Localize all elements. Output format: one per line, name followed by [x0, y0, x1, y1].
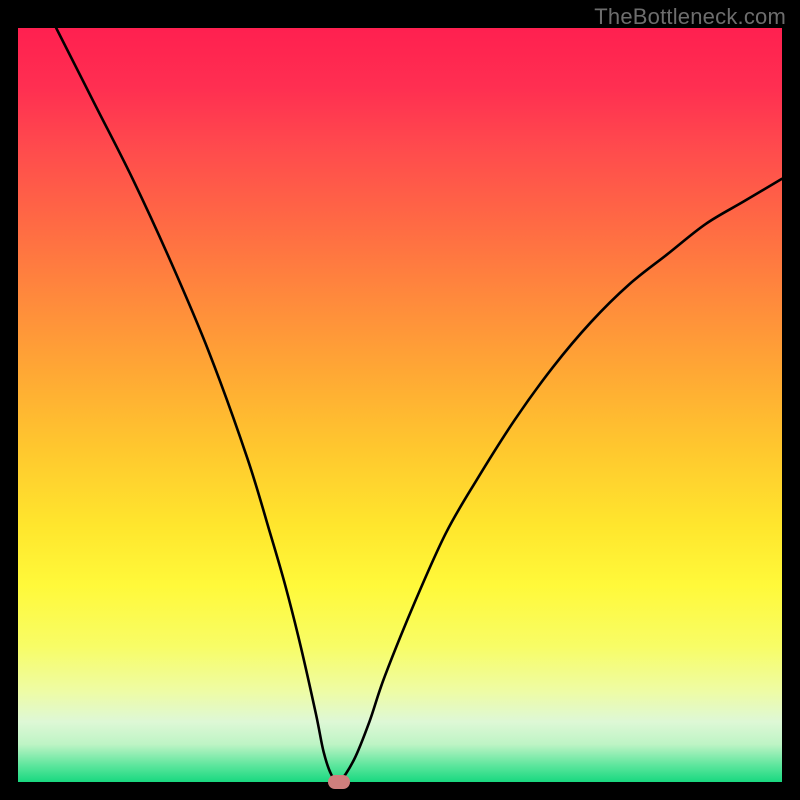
plot-area — [18, 28, 782, 782]
optimum-marker — [328, 775, 350, 789]
bottleneck-curve — [18, 28, 782, 782]
chart-frame: TheBottleneck.com — [0, 0, 800, 800]
watermark-text: TheBottleneck.com — [594, 4, 786, 30]
